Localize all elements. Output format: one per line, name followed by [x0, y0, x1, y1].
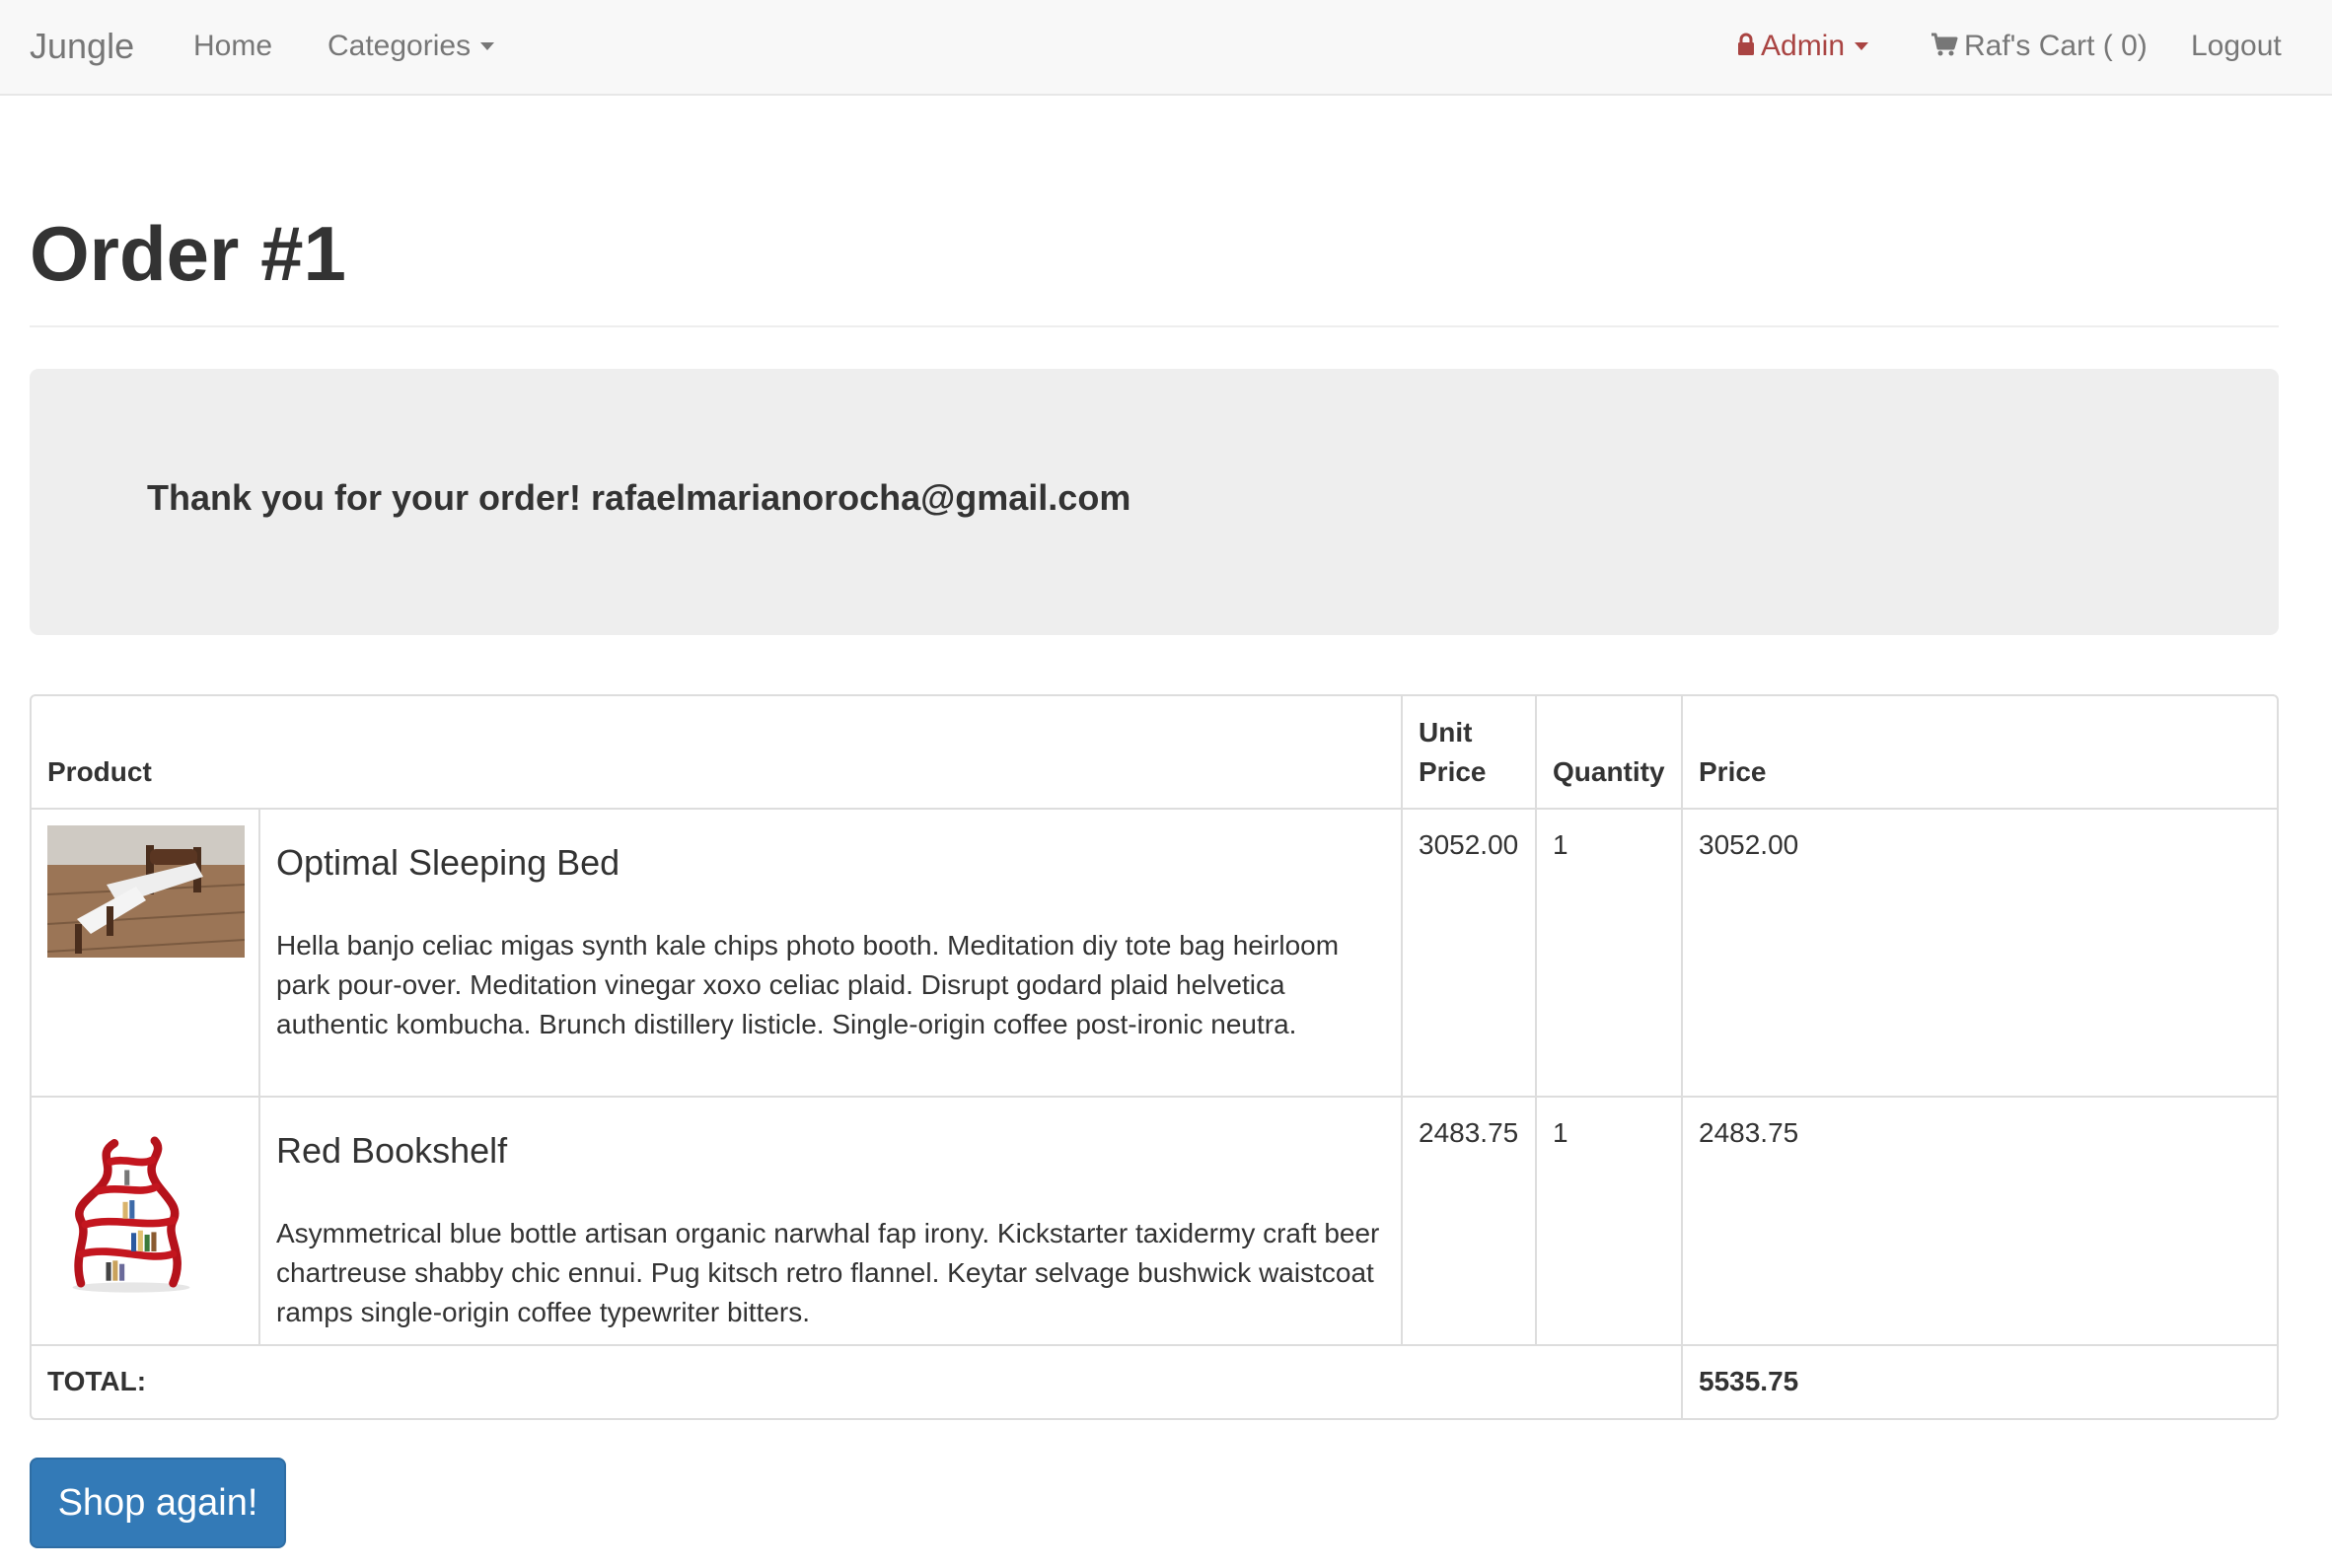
lock-icon — [1738, 33, 1754, 56]
header-unit-price-line1: Unit — [1419, 717, 1473, 748]
header-price: Price — [1699, 756, 1767, 787]
title-divider — [30, 325, 2279, 327]
brand-link[interactable]: Jungle — [30, 0, 134, 94]
product-image-cell — [32, 810, 260, 1096]
shopping-cart-icon — [1931, 33, 1958, 56]
page-title: Order #1 — [30, 210, 346, 297]
price-cell: 2483.75 — [1699, 1117, 1799, 1148]
header-quantity: Quantity — [1553, 756, 1665, 787]
thank-you-panel: Thank you for your order! rafaelmarianor… — [30, 369, 2279, 635]
price-cell: 3052.00 — [1699, 829, 1799, 860]
thank-you-message: Thank you for your order! rafaelmarianor… — [147, 477, 1131, 518]
product-details-cell: Red Bookshelf Asymmetrical blue bottle a… — [260, 1098, 1403, 1344]
nav-cart-label: Raf's Cart ( 0) — [1964, 30, 2148, 62]
quantity-cell: 1 — [1537, 1098, 1683, 1344]
bed-product-image — [46, 825, 246, 958]
header-unit-price-cell: Unit Price — [1403, 696, 1537, 808]
total-value: 5535.75 — [1699, 1366, 1799, 1396]
unit-price-cell: 3052.00 — [1403, 810, 1537, 1096]
nav-home-link[interactable]: Home — [193, 0, 272, 94]
bookshelf-product-image — [47, 1128, 215, 1296]
header-product-cell: Product — [32, 696, 1403, 808]
total-label: TOTAL: — [32, 1346, 1683, 1418]
nav-categories-dropdown[interactable]: Categories — [328, 0, 495, 94]
product-name: Red Bookshelf — [276, 1130, 508, 1171]
nav-admin-label: Admin — [1761, 30, 1846, 62]
caret-down-icon — [480, 42, 495, 51]
nav-cart-link[interactable]: Raf's Cart ( 0) — [1931, 0, 2148, 94]
shop-again-button[interactable]: Shop again! — [30, 1458, 286, 1548]
table-header-row: Product Unit Price Quantity Price — [32, 696, 2277, 810]
caret-down-icon — [1855, 42, 1869, 51]
header-price-cell: Price — [1683, 696, 1815, 808]
nav-logout-link[interactable]: Logout — [2191, 0, 2282, 94]
product-description: Hella banjo celiac migas synth kale chip… — [276, 930, 1340, 1039]
product-details-cell: Optimal Sleeping Bed Hella banjo celiac … — [260, 810, 1403, 1096]
nav-admin-dropdown[interactable]: Admin — [1737, 0, 1869, 94]
table-row: Red Bookshelf Asymmetrical blue bottle a… — [32, 1098, 2277, 1346]
nav-categories-label: Categories — [328, 30, 472, 62]
header-product: Product — [47, 756, 152, 787]
table-row: Optimal Sleeping Bed Hella banjo celiac … — [32, 810, 2277, 1098]
quantity-cell: 1 — [1537, 810, 1683, 1096]
header-quantity-cell: Quantity — [1537, 696, 1683, 808]
header-unit-price-line2: Price — [1419, 756, 1487, 787]
product-name: Optimal Sleeping Bed — [276, 842, 620, 883]
unit-price-cell: 2483.75 — [1403, 1098, 1537, 1344]
table-total-row: TOTAL: 5535.75 — [32, 1346, 2277, 1418]
order-table: Product Unit Price Quantity Price Optima… — [30, 694, 2279, 1420]
product-image-cell — [32, 1098, 260, 1344]
product-description: Asymmetrical blue bottle artisan organic… — [276, 1218, 1380, 1327]
navbar: Jungle Home Categories Admin Raf's Cart … — [0, 0, 2332, 96]
